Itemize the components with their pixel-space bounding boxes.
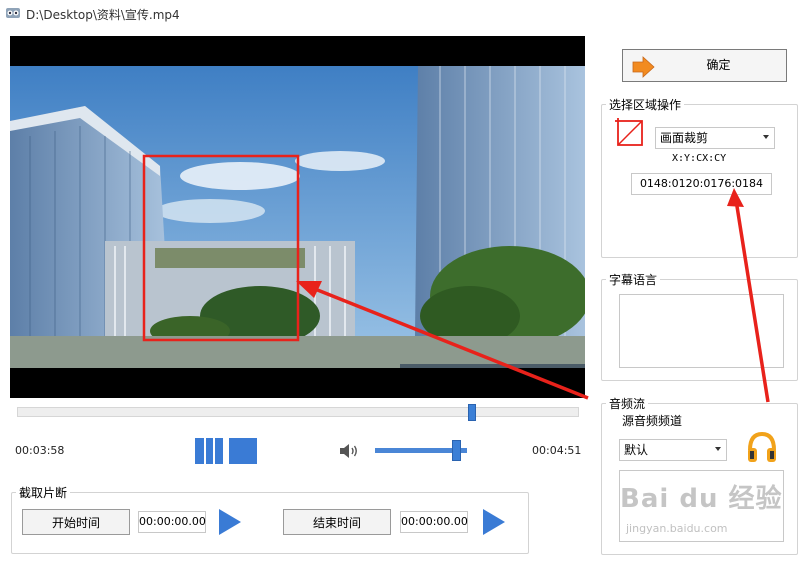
start-time-field[interactable]: 00:00:00.00 (138, 511, 206, 533)
play-end-icon[interactable] (481, 507, 507, 537)
headphones-icon (748, 431, 776, 462)
app-icon (6, 8, 20, 18)
audio-channel-value: 默认 (624, 443, 649, 457)
audio-legend: 音频流 (609, 397, 646, 411)
crop-icon (615, 118, 643, 146)
audio-channel-label: 源音频频道 (622, 414, 683, 428)
stop-button[interactable] (229, 438, 257, 464)
window-title: D:\Desktop\资料\宣传.mp4 (26, 8, 180, 22)
coord-field[interactable]: 0148:0120:0176:0184 (631, 173, 772, 195)
audio-stream-list[interactable] (619, 470, 784, 542)
chevron-down-icon (715, 447, 721, 451)
coord-header: X:Y:CX:CY (672, 153, 727, 164)
title-bar: D:\Desktop\资料\宣传.mp4 (0, 0, 806, 28)
volume-handle[interactable] (451, 440, 461, 461)
pause-button[interactable] (195, 438, 223, 464)
end-time-field[interactable]: 00:00:00.00 (400, 511, 468, 533)
speaker-icon[interactable] (338, 441, 360, 461)
play-start-icon[interactable] (217, 507, 243, 537)
end-time-button[interactable]: 结束时间 (283, 509, 391, 535)
audio-channel-select[interactable]: 默认 (619, 439, 727, 461)
start-time-button[interactable]: 开始时间 (22, 509, 130, 535)
chevron-down-icon (763, 135, 769, 139)
region-legend: 选择区域操作 (609, 98, 682, 112)
confirm-label: 确定 (706, 58, 731, 72)
seek-handle[interactable] (468, 404, 477, 421)
video-preview[interactable] (10, 36, 585, 398)
seek-bar[interactable] (17, 407, 579, 417)
subtitle-legend: 字幕语言 (609, 273, 658, 287)
region-mode-value: 画面裁剪 (660, 131, 709, 145)
clip-legend: 截取片断 (19, 486, 68, 500)
subtitle-list[interactable] (619, 294, 784, 368)
total-time: 00:04:51 (532, 444, 582, 457)
confirm-button[interactable]: 确定 (622, 49, 787, 82)
region-mode-select[interactable]: 画面裁剪 (655, 127, 775, 149)
current-time: 00:03:58 (15, 444, 65, 457)
video-frame (10, 36, 585, 398)
